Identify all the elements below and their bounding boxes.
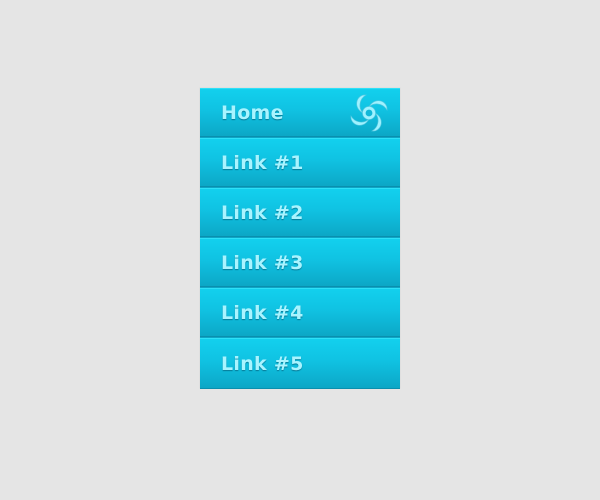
menu-item-link-1[interactable]: Link #1	[200, 138, 400, 187]
menu-item-label: Link #3	[221, 251, 304, 274]
menu-item-label: Link #2	[221, 201, 304, 224]
menu-item-link-3[interactable]: Link #3	[200, 238, 400, 287]
menu-item-label: Link #4	[221, 301, 304, 324]
menu-item-home[interactable]: Home	[200, 88, 400, 137]
menu-item-link-4[interactable]: Link #4	[200, 288, 400, 337]
nav-menu: Home Link #1 Link #2 Link #3 Link #4 Lin…	[200, 88, 400, 389]
menu-item-label: Home	[221, 101, 284, 124]
menu-item-label: Link #5	[221, 352, 304, 375]
swirl-icon	[350, 94, 388, 132]
menu-item-label: Link #1	[221, 151, 304, 174]
menu-item-link-2[interactable]: Link #2	[200, 188, 400, 237]
menu-item-link-5[interactable]: Link #5	[200, 338, 400, 389]
